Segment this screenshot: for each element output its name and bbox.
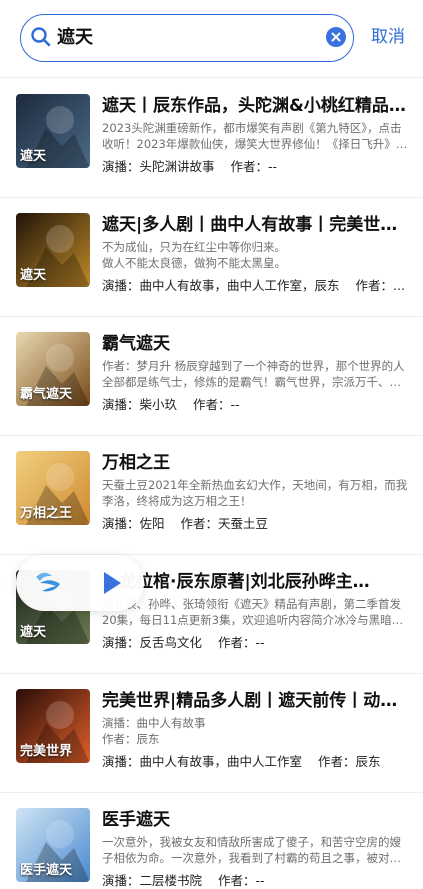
cover-text: 万相之王 bbox=[20, 506, 73, 521]
item-info: 医手遮天一次意外，我被女友和情敌所害成了傻子，和苦守空房的嫂 子相依为命。一次意外… bbox=[102, 808, 408, 889]
description-line: 子相依为命。一次意外，我看到了村霸的苟且之事，被对… bbox=[102, 851, 401, 865]
cover-image: 遮天 bbox=[16, 213, 90, 287]
item-meta: 演播：佐阳 作者：天蚕土豆 bbox=[102, 516, 408, 532]
description-line: 2023头陀渊重磅新作，都市爆笑有声剧《第九特区》，点击 bbox=[102, 121, 402, 135]
description-line: 作者：辰东 bbox=[102, 732, 160, 746]
cover-text: 遮天 bbox=[20, 268, 47, 283]
item-info: 遮天丨辰东作品，头陀渊&小桃红精品… 2023头陀渊重磅新作，都市爆笑有声剧《第九… bbox=[102, 94, 408, 175]
item-meta: 演播：头陀渊讲故事 作者：-- bbox=[102, 159, 408, 175]
description-line: 刘北辰、孙晔、张琦领衔《遮天》精品有声剧，第二季首发 bbox=[102, 597, 401, 611]
author-label: 作者：-- bbox=[218, 635, 265, 650]
item-meta: 演播：曲中人有故事，曲中人工作室 作者：辰东 bbox=[102, 754, 408, 770]
author-label: 作者：辰东 bbox=[318, 754, 381, 769]
author-label: 作者：-- bbox=[230, 159, 278, 174]
item-title: 完美世界|精品多人剧丨遮天前传丨动… bbox=[102, 691, 398, 711]
list-item[interactable]: 遮天 遮天|多人剧丨曲中人有故事丨完美世… 不为成仙，只为在红尘中等你归来。 做人不能… bbox=[0, 198, 423, 317]
search-input[interactable]: 遮天 bbox=[20, 14, 354, 62]
cover-text: 霸气遮天 bbox=[20, 387, 73, 402]
search-icon bbox=[31, 27, 51, 47]
item-meta: 演播：柴小玖 作者：-- bbox=[102, 397, 408, 413]
item-description: 作者：梦月升 杨辰穿越到了一个神奇的世界，那个世界的人 全部都是练气士，修炼的是霸… bbox=[102, 358, 408, 390]
cancel-button[interactable]: 取消 bbox=[371, 26, 405, 48]
narrator-label: 演播：二层楼书院 bbox=[102, 873, 203, 888]
play-icon[interactable] bbox=[104, 572, 121, 594]
cover-image: 霸气遮天 bbox=[16, 332, 90, 406]
item-title: 霸气遮天 bbox=[102, 334, 170, 354]
item-title: 万相之王 bbox=[102, 453, 170, 473]
item-meta: 演播：反舌鸟文化 作者：-- bbox=[102, 635, 408, 651]
item-title: 九龙拉棺·辰东原著|刘北辰孙晔主… bbox=[102, 572, 370, 592]
description-line: 收听！2023年爆款仙侠，爆笑大世界修仙！《择日飞升》… bbox=[102, 137, 408, 151]
author-label: 作者：... bbox=[355, 278, 405, 293]
cover-image: 万相之王 bbox=[16, 451, 90, 525]
search-query: 遮天 bbox=[57, 27, 93, 48]
item-title: 遮天丨辰东作品，头陀渊&小桃红精品… bbox=[102, 96, 406, 116]
narrator-label: 演播：头陀渊讲故事 bbox=[102, 159, 215, 174]
cover-image: 医手遮天 bbox=[16, 808, 90, 882]
item-info: 九龙拉棺·辰东原著|刘北辰孙晔主… 刘北辰、孙晔、张琦领衔《遮天》精品有声剧，第二… bbox=[102, 570, 408, 651]
description-line: 天蚕土豆2021年全新热血玄幻大作，天地间，有万相，而我 bbox=[102, 478, 408, 492]
item-description: 天蚕土豆2021年全新热血玄幻大作，天地间，有万相，而我 李洛，终将成为这万相之王… bbox=[102, 477, 408, 509]
item-title: 医手遮天 bbox=[102, 810, 170, 830]
cover-text: 完美世界 bbox=[20, 744, 73, 759]
list-item[interactable]: 霸气遮天 霸气遮天 作者：梦月升 杨辰穿越到了一个神奇的世界，那个世界的人 全部都是练… bbox=[0, 317, 423, 436]
description-line: 20集，每日11点更新3集，欢迎追听内容简介冰冷与黑暗并… bbox=[102, 613, 408, 627]
cover-text: 遮天 bbox=[20, 149, 47, 164]
item-meta: 演播：曲中人有故事，曲中人工作室，辰东 作者：... bbox=[102, 278, 408, 294]
item-description: 刘北辰、孙晔、张琦领衔《遮天》精品有声剧，第二季首发 20集，每日11点更新3集，… bbox=[102, 596, 408, 628]
description-line: 全部都是练气士，修炼的是霸气！霸气世界，宗派万千、… bbox=[102, 375, 401, 389]
description-line: 演播：曲中人有故事 bbox=[102, 716, 206, 730]
item-description: 不为成仙，只为在红尘中等你归来。 做人不能太良德，做狗不能太黑皇。 bbox=[102, 239, 408, 271]
cover-text: 遮天 bbox=[20, 625, 47, 640]
app-logo-icon bbox=[36, 572, 60, 592]
author-label: 作者：-- bbox=[218, 873, 265, 888]
narrator-label: 演播：佐阳 bbox=[102, 516, 165, 531]
narrator-label: 演播：曲中人有故事，曲中人工作室，辰东 bbox=[102, 278, 340, 293]
search-bar: 遮天 取消 bbox=[0, 0, 423, 78]
cover-image: 完美世界 bbox=[16, 689, 90, 763]
clear-icon[interactable] bbox=[326, 27, 346, 47]
list-item[interactable]: 医手遮天 医手遮天 一次意外，我被女友和情敌所害成了傻子，和苦守空房的嫂 子相依为命。… bbox=[0, 793, 423, 889]
item-description: 演播：曲中人有故事 作者：辰东 bbox=[102, 715, 408, 747]
item-title: 遮天|多人剧丨曲中人有故事丨完美世… bbox=[102, 215, 398, 235]
item-info: 霸气遮天作者：梦月升 杨辰穿越到了一个神奇的世界，那个世界的人 全部都是练气士，修… bbox=[102, 332, 408, 413]
list-item[interactable]: 完美世界 完美世界|精品多人剧丨遮天前传丨动… 演播：曲中人有故事 作者：辰东 演播：曲… bbox=[0, 674, 423, 793]
list-item[interactable]: 万相之王 万相之王 天蚕土豆2021年全新热血玄幻大作，天地间，有万相，而我 李洛，终… bbox=[0, 436, 423, 555]
description-line: 作者：梦月升 杨辰穿越到了一个神奇的世界，那个世界的人 bbox=[102, 359, 405, 373]
item-description: 2023头陀渊重磅新作，都市爆笑有声剧《第九特区》，点击 收听！2023年爆款仙侠… bbox=[102, 120, 408, 152]
result-list: 遮天 遮天丨辰东作品，头陀渊&小桃红精品… 2023头陀渊重磅新作，都市爆笑有声剧《… bbox=[0, 79, 423, 889]
item-description: 一次意外，我被女友和情敌所害成了傻子，和苦守空房的嫂 子相依为命。一次意外，我看到… bbox=[102, 834, 408, 866]
author-label: 作者：-- bbox=[193, 397, 240, 412]
item-info: 遮天|多人剧丨曲中人有故事丨完美世… 不为成仙，只为在红尘中等你归来。 做人不能太良… bbox=[102, 213, 408, 294]
cover-image: 遮天 bbox=[16, 94, 90, 168]
description-line: 不为成仙，只为在红尘中等你归来。 bbox=[102, 240, 286, 254]
description-line: 做人不能太良德，做狗不能太黑皇。 bbox=[102, 256, 286, 270]
item-info: 万相之王天蚕土豆2021年全新热血玄幻大作，天地间，有万相，而我 李洛，终将成为这… bbox=[102, 451, 408, 532]
description-line: 李洛，终将成为这万相之王！ bbox=[102, 494, 252, 508]
list-item[interactable]: 遮天 遮天丨辰东作品，头陀渊&小桃红精品… 2023头陀渊重磅新作，都市爆笑有声剧《… bbox=[0, 79, 423, 198]
narrator-label: 演播：反舌鸟文化 bbox=[102, 635, 203, 650]
narrator-label: 演播：柴小玖 bbox=[102, 397, 178, 412]
cover-text: 医手遮天 bbox=[20, 863, 73, 878]
narrator-label: 演播：曲中人有故事，曲中人工作室 bbox=[102, 754, 303, 769]
item-info: 完美世界|精品多人剧丨遮天前传丨动… 演播：曲中人有故事 作者：辰东 演播：曲中人有故… bbox=[102, 689, 408, 770]
description-line: 一次意外，我被女友和情敌所害成了傻子，和苦守空房的嫂 bbox=[102, 835, 401, 849]
item-meta: 演播：二层楼书院 作者：-- bbox=[102, 873, 408, 889]
floating-player[interactable] bbox=[16, 555, 144, 611]
author-label: 作者：天蚕土豆 bbox=[180, 516, 269, 531]
